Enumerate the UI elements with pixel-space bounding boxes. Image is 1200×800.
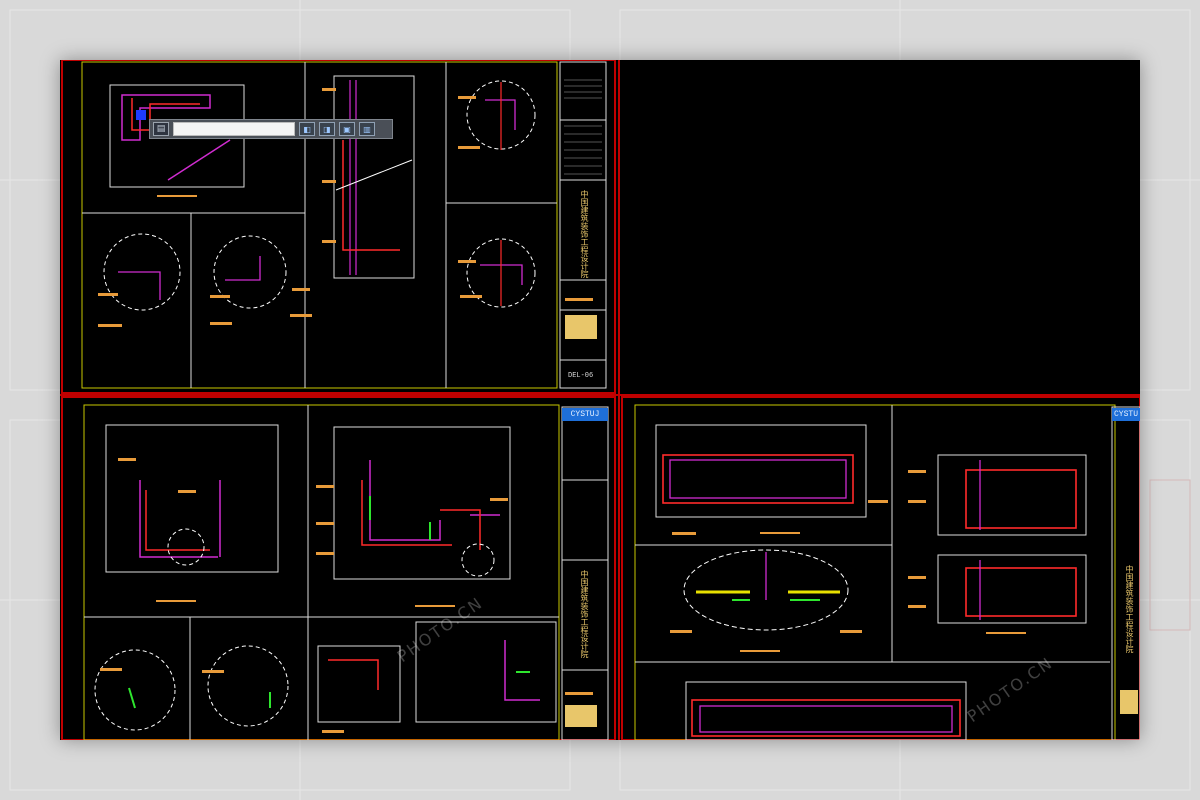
sheet-2-vertical-title: 中国建筑装饰工程设计院 bbox=[580, 570, 589, 658]
zoom-out-icon[interactable]: ◨ bbox=[319, 122, 335, 136]
cad-viewport[interactable]: ▤ ◧ ◨ ▣ ▥ DEL-06 中国建筑装饰工程设计院 CYSTUJ 中国建筑… bbox=[60, 60, 1140, 740]
pan-icon[interactable]: ▣ bbox=[339, 122, 355, 136]
window-icon[interactable]: ▥ bbox=[359, 122, 375, 136]
sheet-3-vertical-title: 中国建筑装饰工程设计院 bbox=[1125, 565, 1134, 653]
sheet-2-badge: CYSTUJ bbox=[562, 408, 608, 421]
layer-icon[interactable]: ▤ bbox=[153, 122, 169, 136]
sheet-1 bbox=[81, 61, 558, 389]
cad-drawing-canvas[interactable] bbox=[60, 60, 1140, 740]
sheet-3-badge: CYSTU bbox=[1112, 408, 1140, 421]
floating-toolbar: ▤ ◧ ◨ ▣ ▥ bbox=[149, 119, 393, 139]
zoom-in-icon[interactable]: ◧ bbox=[299, 122, 315, 136]
toolbar-input-field[interactable] bbox=[173, 122, 295, 136]
sheet-1-vertical-title: 中国建筑装饰工程设计院 bbox=[580, 190, 589, 278]
sheet-1-code: DEL-06 bbox=[568, 372, 594, 380]
